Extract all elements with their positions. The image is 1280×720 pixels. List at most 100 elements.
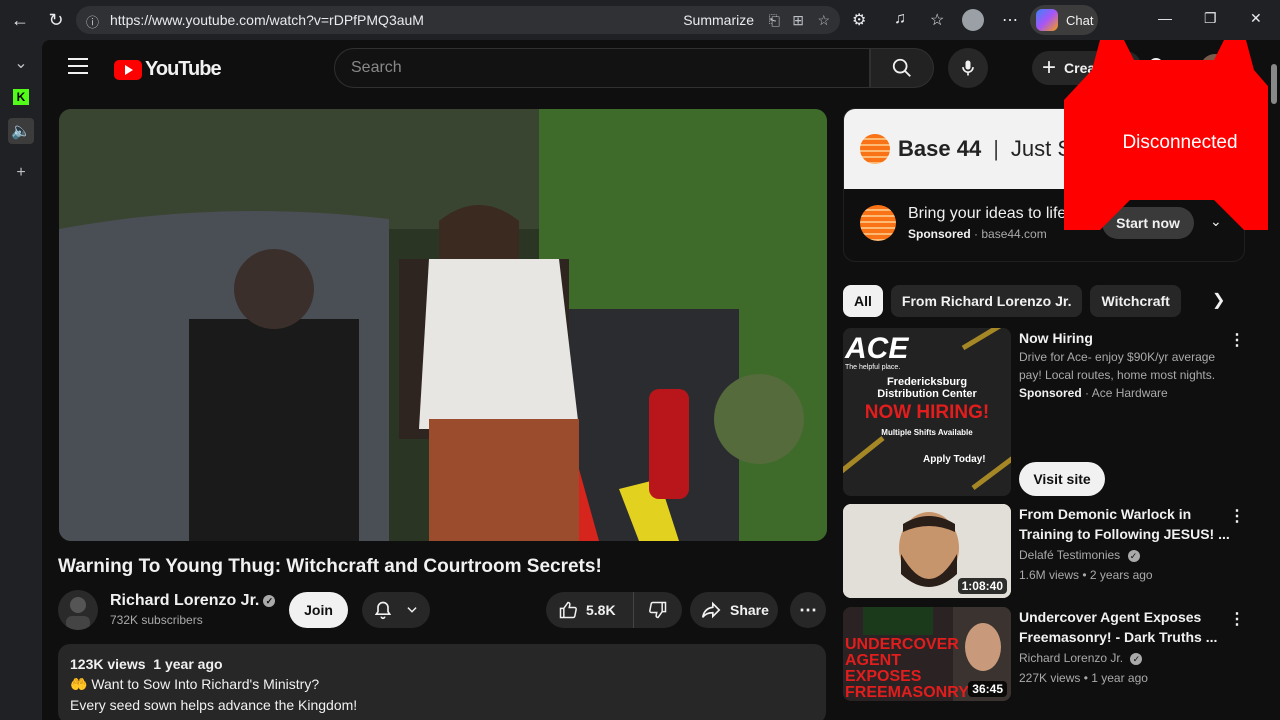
voice-search-button[interactable] — [948, 48, 988, 88]
split-screen-icon[interactable]: ⊞ — [792, 12, 804, 29]
video-player[interactable] — [59, 109, 827, 541]
ace-tagline: The helpful place. — [845, 364, 901, 371]
verified-icon: ✓ — [263, 594, 276, 607]
description-box[interactable]: 123K views 1 year ago 🤲 Want to Sow Into… — [58, 644, 826, 720]
video-title: Warning To Young Thug: Witchcraft and Co… — [58, 556, 602, 577]
copilot-chat-button[interactable]: Chat — [1030, 5, 1098, 35]
rec-advertiser: Ace Hardware — [1091, 386, 1168, 400]
profile-icon[interactable] — [962, 9, 984, 31]
rec-more-icon[interactable]: ⋮ — [1229, 506, 1245, 526]
browser-toolbar: ← ↻ ⓘ https://www.youtube.com/watch?v=rD… — [0, 0, 1280, 40]
rec-channel-name[interactable]: Richard Lorenzo Jr. — [1019, 651, 1123, 665]
video-thumbnail[interactable]: 1:08:40 — [843, 504, 1011, 598]
rec-channel-name[interactable]: Delafé Testimonies — [1019, 548, 1120, 562]
ace-apply: Apply Today! — [923, 454, 986, 465]
description-line-2: Every seed sown helps advance the Kingdo… — [70, 697, 358, 713]
search-button[interactable] — [870, 48, 934, 88]
thumb-text: UNDERCOVER AGENT EXPOSES FREEMASONRY — [845, 636, 969, 701]
base44-avatar-icon — [860, 205, 896, 241]
scrollbar-thumb[interactable] — [1271, 64, 1277, 104]
channel-avatar[interactable] — [58, 590, 98, 630]
rec-title[interactable]: Undercover Agent Exposes Freemasonry! - … — [1019, 607, 1233, 647]
read-aloud-icon[interactable]: ⎗ — [769, 12, 780, 29]
channel-name[interactable]: Richard Lorenzo Jr. ✓ — [110, 592, 276, 610]
ace-shifts: Multiple Shifts Available — [881, 428, 973, 437]
share-icon — [701, 601, 721, 619]
media-icon[interactable]: ♫ — [894, 10, 906, 28]
chips-next-arrow-icon[interactable]: ❯ — [1212, 290, 1225, 310]
chat-label: Chat — [1066, 12, 1094, 28]
favorite-star-icon[interactable]: ☆ — [817, 12, 830, 29]
recommendation-item[interactable]: 1:08:40 From Demonic Warlock in Training… — [843, 504, 1263, 600]
view-count: 123K views — [70, 656, 146, 672]
recommendation-item[interactable]: UNDERCOVER AGENT EXPOSES FREEMASONRY 36:… — [843, 607, 1263, 703]
disconnected-status: Disconnected — [1122, 132, 1238, 153]
search-input[interactable] — [351, 59, 869, 77]
like-count: 5.8K — [586, 602, 616, 618]
chevron-down-icon[interactable]: ⌄ — [8, 50, 34, 76]
upload-age: 1 year ago — [153, 656, 223, 672]
restore-icon[interactable]: ❐ — [1204, 10, 1217, 27]
chip-from-channel[interactable]: From Richard Lorenzo Jr. — [890, 285, 1083, 317]
description-line-1: 🤲 Want to Sow Into Richard's Ministry? — [70, 676, 814, 693]
filter-chips: All From Richard Lorenzo Jr. Witchcraft — [843, 285, 1181, 317]
minimize-icon[interactable]: — — [1158, 10, 1172, 26]
extensions-icon[interactable]: ⚙ — [852, 10, 866, 30]
add-icon[interactable]: + — [8, 160, 34, 186]
subscription-notifications-button[interactable] — [362, 592, 430, 628]
reload-icon[interactable]: ↻ — [38, 2, 74, 38]
close-icon[interactable]: ✕ — [1250, 10, 1262, 27]
ad-tagline: Just S — [1010, 136, 1073, 161]
summarize-button[interactable]: Summarize — [683, 12, 754, 28]
favorites-icon[interactable]: ☆ — [930, 10, 944, 30]
share-label: Share — [730, 602, 769, 618]
rec-more-icon[interactable]: ⋮ — [1229, 330, 1245, 350]
share-button[interactable]: Share — [690, 592, 778, 628]
chip-all[interactable]: All — [843, 285, 883, 317]
ad-info-row: Bring your ideas to life Sponsored · bas… — [860, 205, 1066, 241]
page-scrollbar[interactable] — [1268, 40, 1280, 720]
channel-name-text[interactable]: Richard Lorenzo Jr. — [110, 592, 259, 609]
video-thumbnail[interactable]: UNDERCOVER AGENT EXPOSES FREEMASONRY 36:… — [843, 607, 1011, 701]
youtube-play-icon — [114, 59, 142, 80]
address-bar[interactable]: ⓘ https://www.youtube.com/watch?v=rDPfPM… — [76, 6, 840, 34]
more-actions-button[interactable]: ⋯ — [790, 592, 826, 628]
browser-sidebar: ⌄ K 🔈 + — [0, 40, 42, 720]
like-button[interactable]: 5.8K — [546, 592, 634, 628]
kick-icon[interactable]: K — [8, 84, 34, 110]
rec-stats: 1.6M views • 2 years ago — [1019, 568, 1153, 582]
menu-icon[interactable] — [68, 58, 88, 76]
verified-icon: ✓ — [1127, 549, 1140, 562]
copilot-icon — [1036, 9, 1058, 31]
rec-ad-sponsor: Sponsored · Ace Hardware — [1019, 386, 1168, 400]
ad-brand: Base 44 — [898, 136, 982, 161]
rec-ad-text: Drive for Ace- enjoy $90K/yr average pay… — [1019, 350, 1216, 382]
video-frame — [59, 109, 827, 541]
info-icon[interactable]: ⓘ — [86, 12, 102, 30]
rec-title[interactable]: Now Hiring — [1019, 328, 1233, 348]
dislike-button[interactable] — [634, 592, 682, 628]
microphone-icon — [962, 60, 974, 76]
ace-thumbnail[interactable]: ACE The helpful place. Fredericksburg Di… — [843, 328, 1011, 496]
back-icon[interactable]: ← — [2, 2, 38, 38]
join-button[interactable]: Join — [289, 592, 348, 628]
youtube-logo[interactable]: YouTube — [114, 58, 222, 81]
speaker-icon[interactable]: 🔈 — [8, 118, 34, 144]
thumbs-down-icon — [649, 601, 667, 619]
rec-title[interactable]: From Demonic Warlock in Training to Foll… — [1019, 504, 1233, 544]
ad-separator: | — [993, 136, 999, 161]
more-menu-icon[interactable]: ⋯ — [1002, 10, 1018, 30]
thumbs-up-icon — [559, 601, 577, 619]
base44-logo-icon — [860, 134, 890, 164]
rec-more-icon[interactable]: ⋮ — [1229, 609, 1245, 629]
recommendation-ad[interactable]: ACE The helpful place. Fredericksburg Di… — [843, 328, 1263, 498]
url-text[interactable]: https://www.youtube.com/watch?v=rDPfPMQ3… — [110, 12, 424, 28]
ace-hiring: NOW HIRING! — [864, 402, 990, 423]
search-field[interactable] — [334, 48, 870, 88]
chevron-down-icon — [407, 607, 417, 613]
video-duration: 36:45 — [968, 681, 1007, 697]
chip-witchcraft[interactable]: Witchcraft — [1090, 285, 1181, 317]
ad-headline: Bring your ideas to life — [908, 205, 1067, 222]
visit-site-button[interactable]: Visit site — [1019, 462, 1105, 496]
search-icon — [892, 58, 911, 77]
